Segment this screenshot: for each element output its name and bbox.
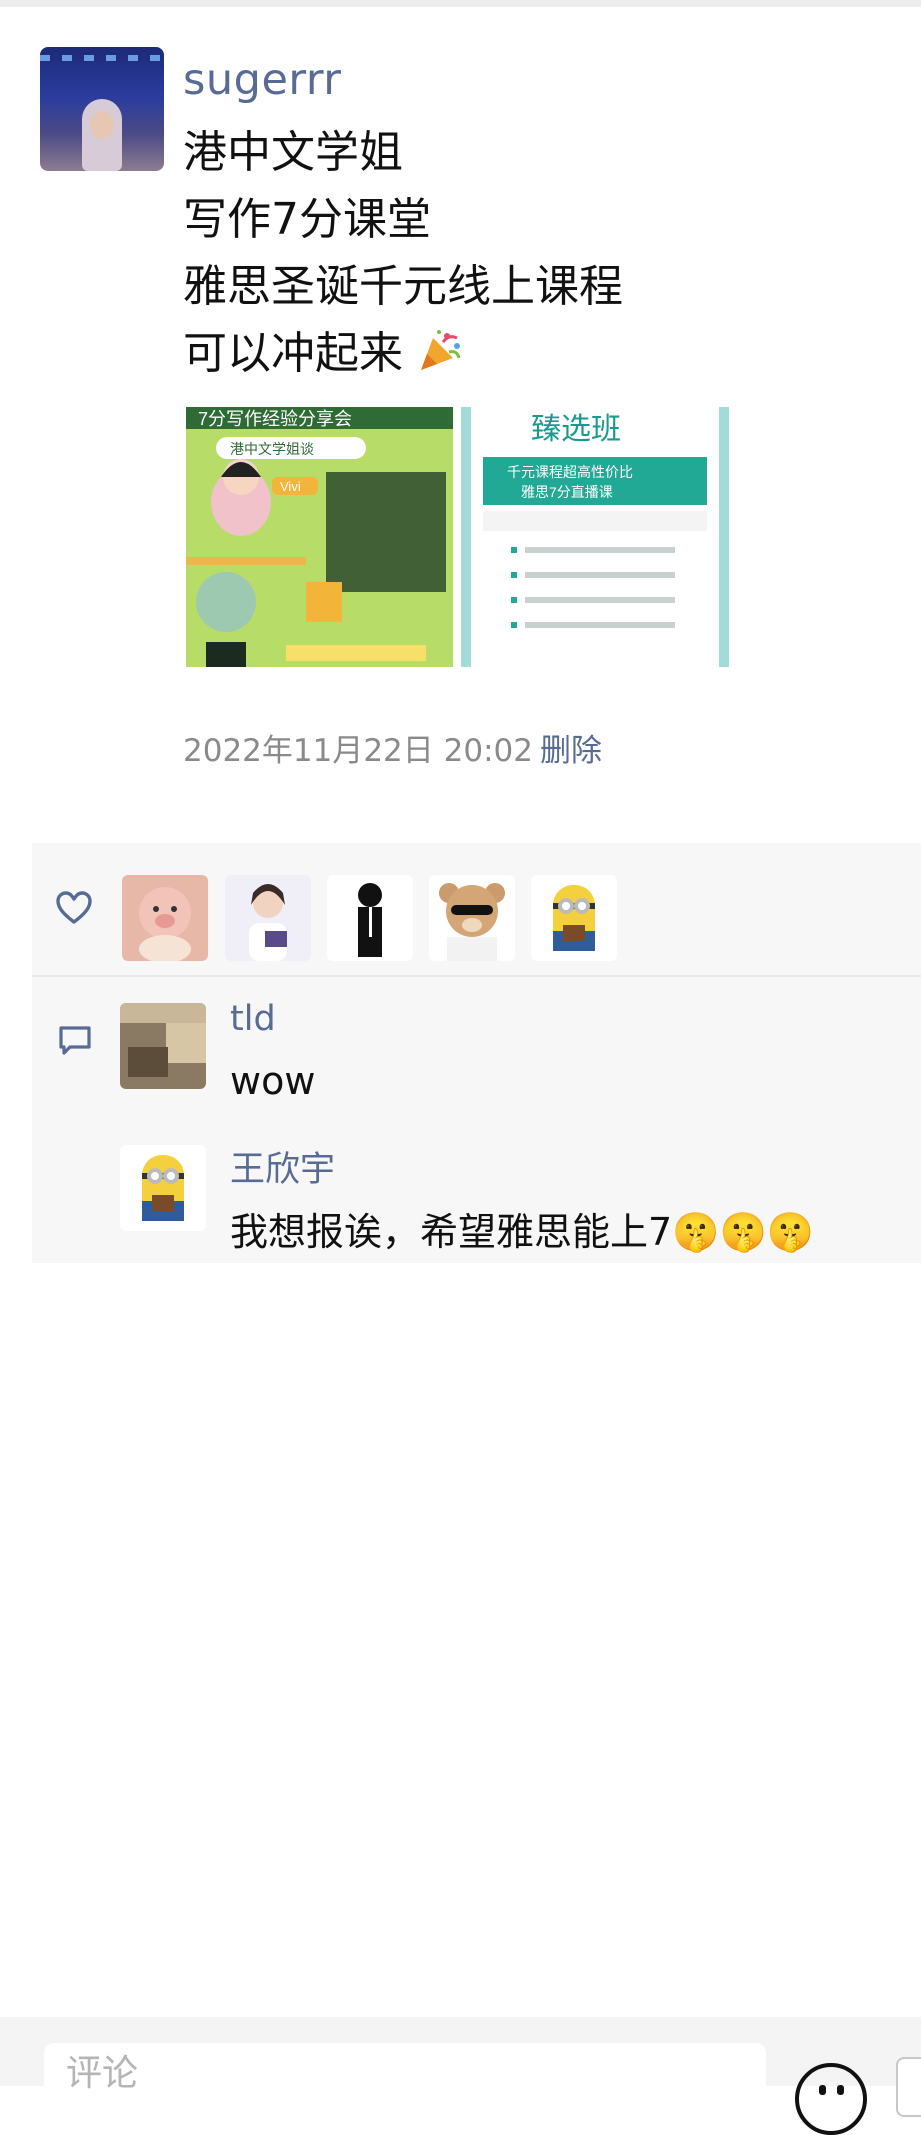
like-avatar-minion[interactable] bbox=[531, 875, 617, 961]
comment-text: wow bbox=[230, 1059, 316, 1103]
poster-writing-graphic: 7分写作经验分享会 港中文学姐谈 Vivi bbox=[186, 407, 453, 667]
more-button[interactable] bbox=[896, 2057, 921, 2117]
like-avatar-bear[interactable] bbox=[429, 875, 515, 961]
emoji-eye-left bbox=[819, 2085, 826, 2095]
emoji-eye-right bbox=[837, 2085, 844, 2095]
emoji-button[interactable] bbox=[795, 2063, 867, 2135]
post-line: 雅思圣诞千元线上课程 bbox=[183, 261, 623, 312]
poster-2-subtitle: 千元课程超高性价比 bbox=[507, 464, 633, 480]
likes-row bbox=[32, 843, 921, 975]
post-images: 7分写作经验分享会 港中文学姐谈 Vivi 臻选班 千元课程超高性价比 雅思7分… bbox=[186, 407, 729, 667]
heart-icon bbox=[56, 891, 92, 924]
poster-1-header: 7分写作经验分享会 bbox=[198, 409, 352, 429]
post-image-1[interactable]: 7分写作经验分享会 港中文学姐谈 Vivi bbox=[186, 407, 453, 667]
post-line: 可以冲起来 bbox=[183, 328, 403, 379]
poster-1-subtitle: 港中文学姐谈 bbox=[230, 441, 314, 457]
post-image-2[interactable]: 臻选班 千元课程超高性价比 雅思7分直播课 bbox=[461, 407, 729, 667]
post-timestamp: 2022年11月22日 20:02 bbox=[183, 733, 533, 769]
comment-author[interactable]: 王欣宇 bbox=[230, 1141, 335, 1192]
comment-input[interactable] bbox=[44, 2043, 766, 2103]
post-line: 写作7分课堂 bbox=[183, 194, 431, 245]
like-avatar-black-figure[interactable] bbox=[327, 875, 413, 961]
comment-composer bbox=[0, 2017, 921, 2135]
comment-avatar[interactable] bbox=[120, 1003, 206, 1089]
interaction-panel: tld wow 王欣宇 我想报诶，希望雅思能上7🤫🤫🤫 bbox=[32, 843, 921, 1263]
delete-button[interactable]: 删除 bbox=[540, 725, 602, 770]
poster-class-graphic: 臻选班 千元课程超高性价比 雅思7分直播课 bbox=[461, 407, 729, 667]
party-popper-icon bbox=[421, 330, 461, 370]
poster-2-subtitle2: 雅思7分直播课 bbox=[521, 484, 613, 500]
likes-divider bbox=[32, 975, 921, 977]
comment-icon bbox=[59, 1026, 91, 1055]
stage-light bbox=[40, 55, 164, 61]
comment-avatar[interactable] bbox=[120, 1145, 206, 1231]
author-avatar[interactable] bbox=[40, 47, 164, 171]
post-line: 港中文学姐 bbox=[183, 127, 403, 178]
like-avatar-woman[interactable] bbox=[225, 875, 311, 961]
poster-2-header: 臻选班 bbox=[531, 413, 621, 446]
comment-text: 我想报诶，希望雅思能上7🤫🤫🤫 bbox=[230, 1210, 815, 1254]
poster-1-tag: Vivi bbox=[280, 479, 301, 494]
post-line-with-emoji: 可以冲起来 bbox=[183, 320, 623, 387]
post-content: 港中文学姐 写作7分课堂 雅思圣诞千元线上课程 可以冲起来 bbox=[183, 119, 623, 387]
avatar-face bbox=[90, 111, 114, 139]
like-avatar-pig-teddy[interactable] bbox=[122, 875, 208, 961]
top-divider bbox=[0, 0, 921, 7]
author-name[interactable]: sugerrr bbox=[183, 55, 341, 105]
comment-author[interactable]: tld bbox=[230, 999, 276, 1039]
